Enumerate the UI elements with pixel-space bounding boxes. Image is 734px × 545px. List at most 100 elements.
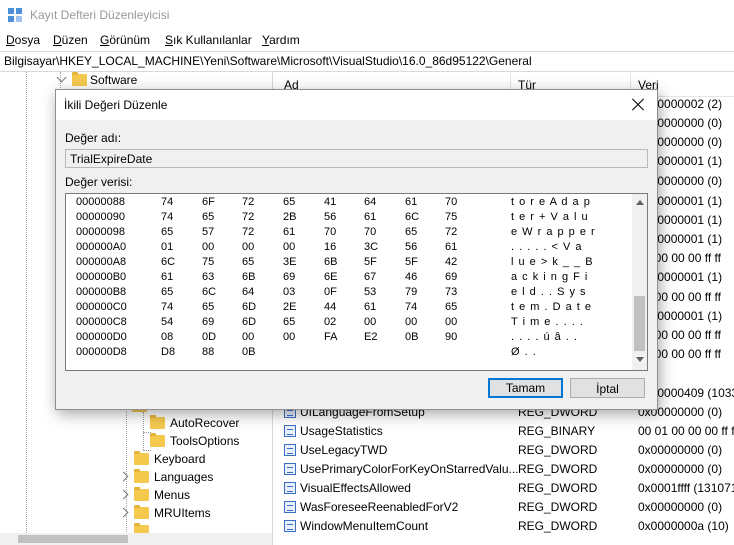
chevron-right-icon[interactable]: [118, 507, 129, 518]
hex-byte: 75: [445, 211, 458, 223]
folder-icon: [72, 72, 87, 86]
hex-byte: 6C: [202, 286, 217, 298]
hex-address: 000000C8: [76, 316, 127, 328]
table-row[interactable]: UseLegacyTWD REG_DWORD 0x00000000 (0): [276, 441, 734, 460]
hex-editor[interactable]: 00000088 74 6F 72 65 41 64 61 70 t o r e A d a p0…: [65, 193, 648, 371]
hex-byte: 70: [364, 226, 377, 238]
menu-help[interactable]: Yardım: [262, 33, 300, 47]
close-icon[interactable]: [626, 93, 650, 117]
hex-byte: 73: [445, 286, 458, 298]
hex-byte: 65: [283, 316, 296, 328]
hex-byte: 63: [202, 271, 215, 283]
menu-edit[interactable]: Düzen: [53, 33, 88, 47]
registry-value-icon: [284, 444, 296, 456]
menu-bar: Dosya Düzen Görünüm Sık Kullanılanlar Ya…: [0, 30, 734, 50]
table-row[interactable]: UsageStatistics REG_BINARY 00 01 00 00 0…: [276, 422, 734, 441]
window-title: Kayıt Defteri Düzenleyicisi: [30, 8, 170, 22]
scrollbar-thumb[interactable]: [18, 535, 128, 543]
hex-byte: 65: [202, 301, 215, 313]
tree-item-keyboard[interactable]: Keyboard: [118, 451, 268, 469]
value-name-field[interactable]: [66, 150, 640, 167]
scroll-up-icon[interactable]: [636, 200, 644, 205]
tree-item-languages[interactable]: Languages: [118, 469, 268, 487]
hex-byte: 0D: [202, 331, 217, 343]
table-row[interactable]: WasForeseeReenabledForV2 REG_DWORD 0x000…: [276, 498, 734, 517]
hex-byte: 79: [405, 286, 418, 298]
hex-byte: 00: [202, 241, 215, 253]
hex-byte: 65: [445, 301, 458, 313]
tree-item-mruitems[interactable]: MRUItems: [118, 505, 268, 523]
hex-byte: E2: [364, 331, 378, 343]
hex-byte: 0B: [242, 346, 256, 358]
table-row[interactable]: WindowMenuItemCount REG_DWORD 0x0000000a…: [276, 517, 734, 536]
hex-byte: 5F: [405, 256, 418, 268]
hex-byte: 41: [324, 196, 337, 208]
tree-item-software[interactable]: Software: [56, 72, 256, 90]
registry-value-icon: [284, 520, 296, 532]
hex-byte: 74: [161, 196, 174, 208]
hex-vertical-scrollbar[interactable]: [632, 194, 647, 370]
hex-byte: 61: [405, 196, 418, 208]
hex-byte: 56: [405, 241, 418, 253]
hex-byte: 00: [242, 331, 255, 343]
registry-value-icon: [284, 501, 296, 513]
table-row[interactable]: VisualEffectsAllowed REG_DWORD 0x0001fff…: [276, 479, 734, 498]
scroll-down-icon[interactable]: [636, 357, 644, 362]
hex-address: 00000090: [76, 211, 125, 223]
menu-file[interactable]: Dosya: [6, 33, 40, 47]
hex-byte: 74: [161, 211, 174, 223]
tree-item-toolsoptions[interactable]: ToolsOptions: [150, 433, 270, 451]
scrollbar-thumb[interactable]: [634, 296, 645, 351]
hex-byte: 08: [161, 331, 174, 343]
hex-byte: 00: [283, 241, 296, 253]
hex-byte: 6F: [202, 196, 215, 208]
folder-icon: [150, 415, 165, 429]
hex-byte: 53: [364, 286, 377, 298]
table-row[interactable]: UsePrimaryColorForKeyOnStarredValu... RE…: [276, 460, 734, 479]
hex-address: 000000D8: [76, 346, 127, 358]
hex-address: 000000A8: [76, 256, 127, 268]
hex-byte: 2B: [283, 211, 297, 223]
chevron-down-icon[interactable]: [56, 72, 67, 83]
hex-byte: 65: [202, 211, 215, 223]
tree-item-menus[interactable]: Menus: [118, 487, 268, 505]
hex-byte: 0B: [405, 331, 419, 343]
hex-byte: 61: [283, 226, 296, 238]
cancel-button[interactable]: İptal: [570, 378, 645, 398]
hex-byte: 61: [445, 241, 458, 253]
hex-byte: 65: [161, 286, 174, 298]
hex-byte: 88: [202, 346, 215, 358]
hex-byte: 6E: [324, 271, 338, 283]
hex-byte: 54: [161, 316, 174, 328]
chevron-right-icon[interactable]: [118, 489, 129, 500]
menu-view[interactable]: Görünüm: [100, 33, 150, 47]
tree-horizontal-scrollbar[interactable]: [0, 533, 272, 545]
hex-address: 000000B0: [76, 271, 127, 283]
hex-byte: 2E: [283, 301, 297, 313]
hex-byte: 00: [283, 331, 296, 343]
hex-byte: 75: [202, 256, 215, 268]
dialog-title-bar: İkili Değeri Düzenle: [56, 90, 657, 120]
value-name-label: Değer adı:: [65, 131, 122, 145]
folder-icon: [134, 505, 149, 519]
address-bar[interactable]: Bilgisayar\HKEY_LOCAL_MACHINE\Yeni\Softw…: [0, 51, 734, 72]
hex-byte: 6D: [242, 301, 257, 313]
edit-binary-dialog: İkili Değeri Düzenle Değer adı: Değer ve…: [55, 89, 658, 410]
hex-byte: 90: [445, 331, 458, 343]
ok-button[interactable]: Tamam: [488, 378, 563, 398]
hex-byte: 65: [161, 226, 174, 238]
chevron-right-icon[interactable]: [118, 471, 129, 482]
folder-icon: [134, 451, 149, 465]
hex-byte: 6C: [405, 211, 420, 223]
hex-byte: 64: [242, 286, 255, 298]
hex-byte: 6B: [324, 256, 338, 268]
menu-favorites[interactable]: Sık Kullanılanlar: [165, 33, 252, 47]
hex-ascii: t o r e A d a p: [511, 196, 591, 208]
hex-address: 000000D0: [76, 331, 127, 343]
hex-byte: 61: [364, 301, 377, 313]
hex-byte: 02: [324, 316, 337, 328]
dialog-title: İkili Değeri Düzenle: [64, 98, 168, 112]
hex-ascii: e W r a p p e r: [511, 226, 596, 238]
tree-item-autorecover[interactable]: AutoRecover: [150, 415, 270, 433]
hex-byte: 6D: [242, 316, 257, 328]
